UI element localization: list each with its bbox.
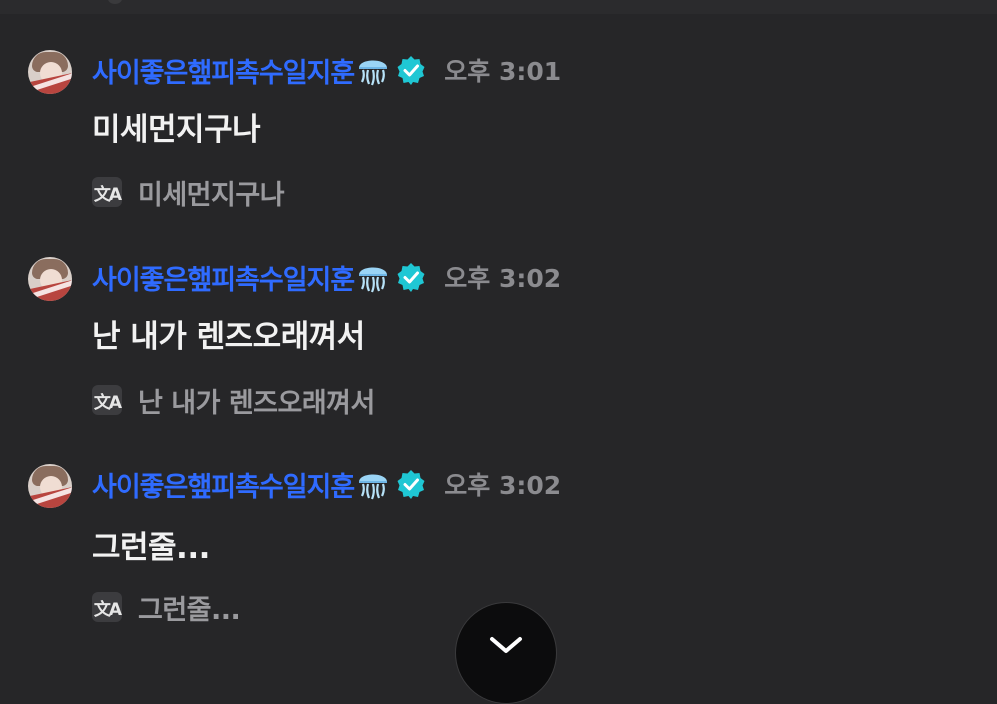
previous-message-fragment: [108, 0, 122, 4]
translation-row[interactable]: 文A 미세먼지구나: [92, 176, 285, 211]
chevron-down-icon: [490, 637, 522, 653]
verified-badge-icon: [397, 470, 425, 499]
timestamp: 오후 3:02: [444, 471, 562, 500]
username[interactable]: 사이좋은햎피촉수일지훈: [92, 465, 355, 504]
message-text: 그런줄...: [92, 530, 210, 566]
translation-text: 그런줄...: [138, 594, 241, 626]
translation-text: 난 내가 렌즈오래껴서: [138, 387, 375, 419]
translation-row[interactable]: 文A 난 내가 렌즈오래껴서: [92, 384, 375, 419]
message-header: 사이좋은햎피촉수일지훈 오후 3:02: [92, 257, 561, 297]
jellyfish-icon: [359, 267, 388, 293]
translate-icon[interactable]: 文A: [92, 177, 122, 207]
timestamp: 오후 3:01: [444, 57, 562, 86]
username[interactable]: 사이좋은햎피촉수일지훈: [92, 258, 355, 297]
avatar[interactable]: [28, 257, 72, 301]
avatar[interactable]: [28, 464, 72, 508]
previous-message-edge: [0, 0, 997, 14]
message-header: 사이좋은햎피촉수일지훈 오후 3:02: [92, 464, 561, 504]
scroll-to-bottom-button[interactable]: [455, 602, 557, 704]
timestamp: 오후 3:02: [444, 264, 562, 293]
translation-text: 미세먼지구나: [138, 179, 285, 211]
message-text: 미세먼지구나: [92, 112, 261, 148]
translate-icon[interactable]: 文A: [92, 592, 122, 622]
jellyfish-icon: [359, 60, 388, 86]
translation-row[interactable]: 文A 그런줄...: [92, 591, 241, 626]
jellyfish-icon: [359, 474, 388, 500]
message-text: 난 내가 렌즈오래껴서: [92, 319, 365, 355]
message-header: 사이좋은햎피촉수일지훈 오후 3:01: [92, 50, 561, 90]
verified-badge-icon: [397, 263, 425, 292]
username[interactable]: 사이좋은햎피촉수일지훈: [92, 51, 355, 90]
verified-badge-icon: [397, 56, 425, 85]
translate-icon[interactable]: 文A: [92, 385, 122, 415]
avatar[interactable]: [28, 50, 72, 94]
